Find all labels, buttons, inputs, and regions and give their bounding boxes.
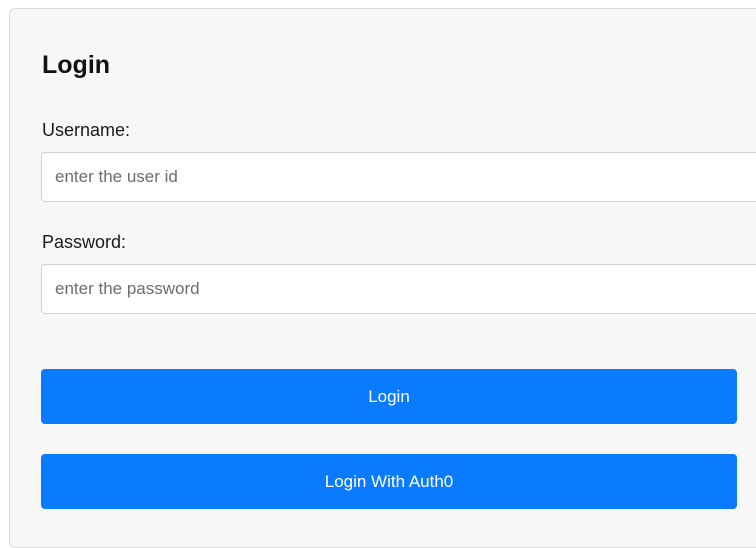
login-card: Login Username: Password: Login Login Wi… [9,8,756,548]
username-input[interactable] [41,152,756,202]
password-label: Password: [42,232,127,252]
login-with-auth0-button[interactable]: Login With Auth0 [41,454,737,509]
login-title: Login [42,51,111,79]
username-label: Username: [42,120,131,140]
password-input[interactable] [41,264,756,314]
login-button[interactable]: Login [41,369,737,424]
